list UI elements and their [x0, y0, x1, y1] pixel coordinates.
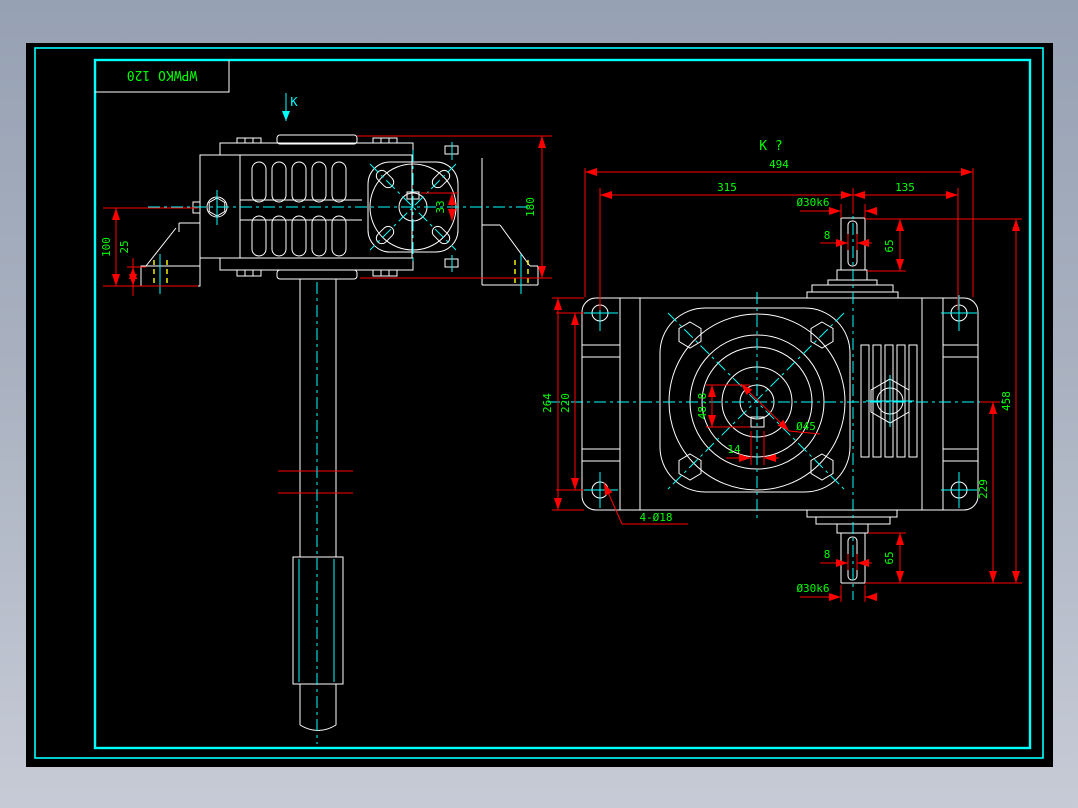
view-k-label: K [290, 95, 298, 109]
dim-bottom-shaft-len: 65 [883, 551, 896, 564]
dim-bore-dia: Ø45 [796, 420, 816, 433]
dim-top-shaft-dia: Ø30k6 [796, 196, 829, 209]
dim-494: 494 [769, 158, 789, 171]
dim-229: 229 [977, 479, 990, 499]
drawing-title: WPWKO 120 [127, 67, 197, 82]
dim-315: 315 [717, 181, 737, 194]
cad-canvas[interactable]: WPWKO 120 K 100 25 180 33 K ? 494 315 13… [0, 0, 1078, 808]
dim-458: 458 [1000, 391, 1013, 411]
dim-33: 33 [434, 200, 447, 213]
dim-top-key-width: 8 [824, 229, 831, 242]
sheet-background [26, 43, 1053, 767]
dim-100: 100 [100, 237, 113, 257]
dim-foot-holes: 4-Ø18 [639, 511, 672, 524]
dim-180: 180 [524, 197, 537, 217]
view-k-direction-label: K ? [759, 139, 782, 154]
dim-top-shaft-len: 65 [883, 239, 896, 252]
dim-bottom-shaft-dia: Ø30k6 [796, 582, 829, 595]
dim-key-depth: 48.8 [696, 393, 709, 420]
dim-264: 264 [541, 393, 554, 413]
cad-viewport: WPWKO 120 K 100 25 180 33 K ? 494 315 13… [0, 0, 1078, 808]
dim-220: 220 [559, 393, 572, 413]
dim-135: 135 [895, 181, 915, 194]
drawing-frame [26, 43, 1053, 767]
dim-25: 25 [118, 240, 131, 253]
dim-key-width: 14 [727, 443, 741, 456]
dim-bottom-key-width: 8 [824, 548, 831, 561]
